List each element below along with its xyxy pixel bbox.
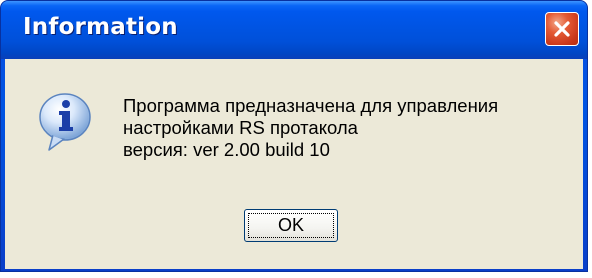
message-line: версия: ver 2.00 build 10 <box>123 139 330 160</box>
dialog-body: Программа предназначена для управления н… <box>5 59 583 269</box>
title-bar[interactable]: Information <box>1 1 587 59</box>
information-dialog: Information Программа предназначена для … <box>0 0 588 272</box>
ok-button[interactable]: OK <box>244 209 338 242</box>
close-icon <box>554 21 570 37</box>
ok-button-label: OK <box>277 215 304 235</box>
close-button[interactable] <box>545 12 579 46</box>
message-line: Программа предназначена для управления <box>123 95 499 116</box>
dialog-title: Information <box>23 14 178 40</box>
message-text: Программа предназначена для управления н… <box>123 95 498 161</box>
information-icon <box>39 93 91 151</box>
message-line: настройками RS протакола <box>123 117 358 138</box>
